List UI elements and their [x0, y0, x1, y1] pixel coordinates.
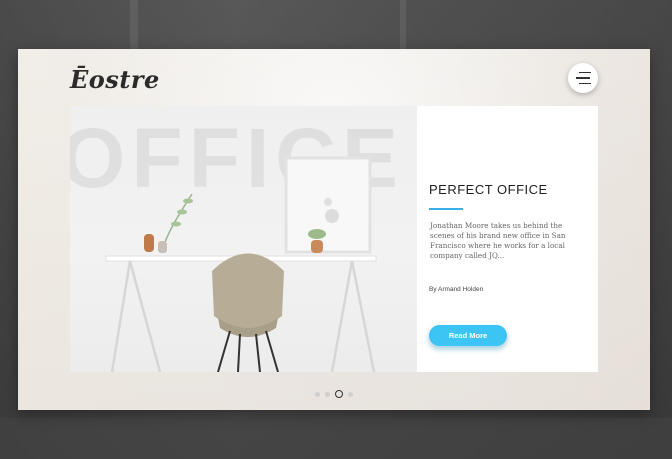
plant-leaf	[177, 209, 187, 215]
chair-leg	[255, 333, 261, 372]
pagination-dot[interactable]	[348, 391, 353, 397]
desk-leg	[110, 260, 132, 372]
pagination-dot[interactable]	[315, 391, 320, 397]
hamburger-menu-icon	[576, 77, 590, 79]
slide-description: Jonathan Moore takes us behind the scene…	[430, 221, 566, 260]
plant-leaf	[171, 221, 181, 227]
frame-dot	[325, 209, 339, 223]
slider-card: Ēostre OFFICE PERFECT OFFICE Jonathan Mo…	[18, 49, 650, 410]
hamburger-menu-icon	[579, 82, 591, 85]
brand-logo[interactable]: Ēostre	[70, 65, 160, 94]
background-shape	[400, 0, 406, 50]
desk-leg	[330, 260, 354, 372]
office-desk-illustration	[105, 156, 377, 372]
chair-leg	[237, 333, 241, 372]
slider-pagination	[315, 390, 353, 398]
hamburger-menu-icon	[579, 71, 591, 74]
plant-leaf	[183, 198, 193, 204]
pagination-dot[interactable]	[325, 391, 330, 397]
frame-dot	[324, 198, 332, 206]
slide-content-panel: PERFECT OFFICE Jonathan Moore takes us b…	[417, 106, 598, 372]
slide-image: OFFICE	[70, 106, 417, 372]
vase	[158, 241, 167, 253]
chair-leg	[217, 330, 231, 372]
chair-leg	[265, 330, 279, 372]
copper-bottle	[144, 234, 154, 252]
title-underline	[429, 208, 463, 210]
read-more-button[interactable]: Read More	[429, 325, 507, 346]
pagination-dot-active[interactable]	[335, 390, 343, 398]
author-byline: By Armand Holden	[429, 286, 484, 293]
slide-title: PERFECT OFFICE	[429, 182, 548, 197]
hamburger-menu-button[interactable]	[568, 63, 598, 93]
background-shape	[0, 418, 672, 459]
desk-leg	[128, 260, 162, 372]
plant-leaf	[308, 229, 326, 239]
copper-pot	[311, 240, 323, 253]
desk-leg	[350, 260, 376, 372]
chair-back	[212, 253, 284, 329]
